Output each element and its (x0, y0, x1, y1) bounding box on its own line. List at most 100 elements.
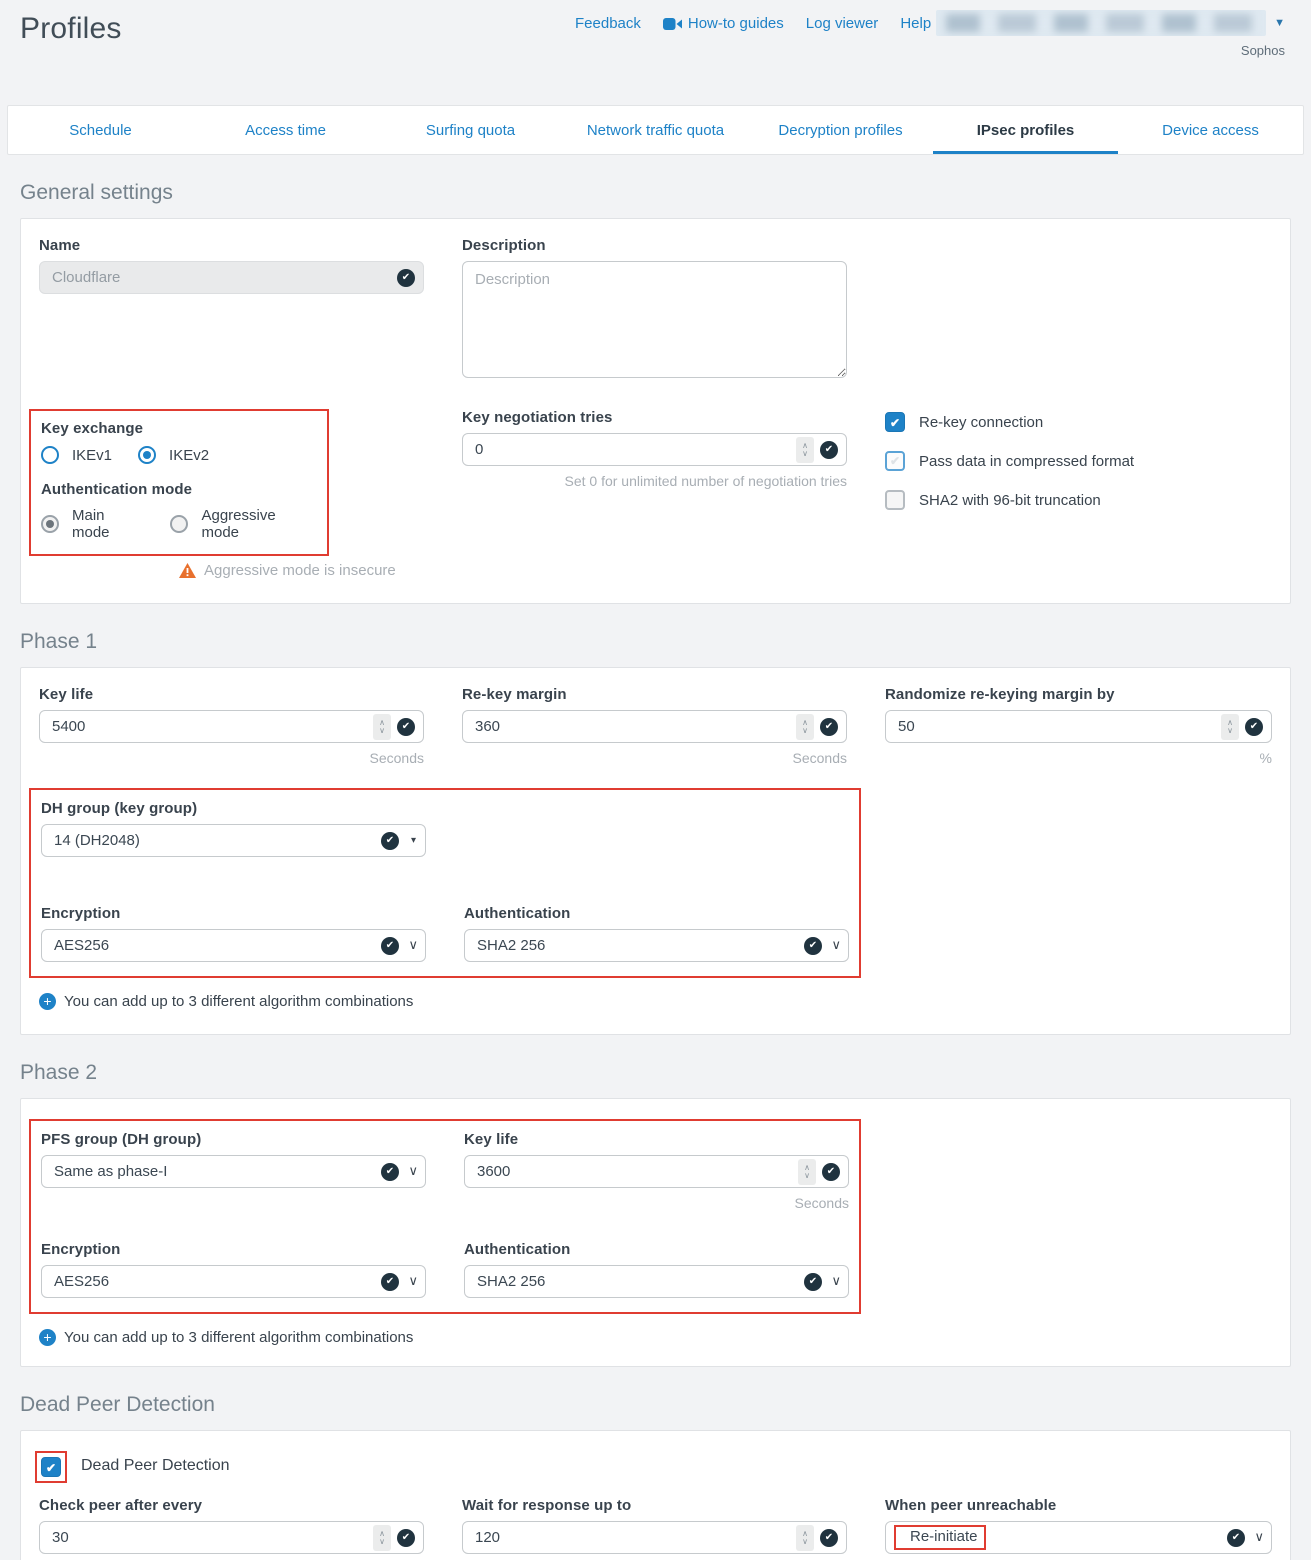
compressed-format-checkbox[interactable]: ✔ Pass data in compressed format (885, 451, 1272, 471)
plus-circle-icon: + (39, 993, 56, 1010)
p2-authentication-select[interactable]: SHA2 256 ✔ ∨ (464, 1265, 849, 1298)
valid-check-icon: ✔ (1227, 1529, 1245, 1547)
general-settings-panel: Name Cloudflare ✔ Description Key exchan… (20, 218, 1291, 604)
tab-access-time[interactable]: Access time (193, 106, 378, 154)
p1-randomize-input[interactable] (886, 711, 1271, 742)
reinitiate-annotation-box: Re-initiate (894, 1525, 986, 1550)
radio-aggressive-mode[interactable]: Aggressive mode (170, 507, 315, 541)
description-input[interactable] (462, 261, 847, 378)
rekey-connection-checkbox[interactable]: ✔ Re-key connection (885, 412, 1272, 432)
account-selector[interactable]: ▼ (936, 10, 1285, 36)
tab-device-access[interactable]: Device access (1118, 106, 1303, 154)
valid-check-icon: ✔ (820, 718, 838, 736)
name-value: Cloudflare (40, 269, 120, 286)
sha2-truncation-checkbox[interactable]: SHA2 with 96-bit truncation (885, 490, 1272, 510)
key-negotiation-input[interactable] (463, 434, 846, 465)
number-stepper[interactable]: ∧∨ (373, 1525, 391, 1551)
aggressive-mode-warning: Aggressive mode is insecure (179, 562, 424, 579)
valid-check-icon: ✔ (822, 1163, 840, 1181)
chevron-down-icon: ∨ (408, 1163, 418, 1179)
tab-ipsec-profiles[interactable]: IPsec profiles (933, 106, 1118, 154)
dpd-check-peer-input[interactable] (40, 1522, 423, 1553)
valid-check-icon: ✔ (820, 1529, 838, 1547)
dpd-checkbox[interactable]: ✔ (41, 1457, 61, 1477)
radio-ikev1[interactable]: IKEv1 (41, 446, 112, 464)
p2-pfs-group-select[interactable]: Same as phase-I ✔ ∨ (41, 1155, 426, 1188)
howto-guides-link[interactable]: How-to guides (663, 15, 784, 32)
p1-dh-group-select[interactable]: 14 (DH2048) ✔ ▾ (41, 824, 426, 857)
number-stepper[interactable]: ∧∨ (796, 714, 814, 740)
number-stepper[interactable]: ∧∨ (796, 1525, 814, 1551)
valid-check-icon: ✔ (397, 269, 415, 287)
tab-bar: Schedule Access time Surfing quota Netwo… (7, 105, 1304, 155)
radio-unselected-disabled-icon (170, 515, 188, 533)
key-exchange-label: Key exchange (41, 420, 315, 437)
number-stepper[interactable]: ∧∨ (796, 437, 814, 463)
dpd-checkbox-annotation-box: ✔ (35, 1451, 67, 1483)
p1-randomize-field: ∧∨ ✔ (885, 710, 1272, 743)
valid-check-icon: ✔ (397, 718, 415, 736)
chevron-down-icon: ▼ (1274, 17, 1285, 29)
checkbox-checked-icon: ✔ (885, 412, 905, 432)
p1-rekey-margin-field: ∧∨ ✔ (462, 710, 847, 743)
name-label: Name (39, 237, 424, 254)
dpd-wait-response-label: Wait for response up to (462, 1497, 847, 1514)
number-stepper[interactable]: ∧∨ (373, 714, 391, 740)
tab-network-traffic-quota[interactable]: Network traffic quota (563, 106, 748, 154)
feedback-link[interactable]: Feedback (575, 15, 641, 32)
p1-dh-group-label: DH group (key group) (41, 800, 426, 817)
p1-add-combination[interactable]: + You can add up to 3 different algorith… (39, 993, 1272, 1010)
p2-add-combination[interactable]: + You can add up to 3 different algorith… (39, 1329, 1272, 1346)
valid-check-icon: ✔ (804, 937, 822, 955)
p1-randomize-hint: % (885, 750, 1272, 766)
p1-rekey-margin-label: Re-key margin (462, 686, 847, 703)
tab-schedule[interactable]: Schedule (8, 106, 193, 154)
key-negotiation-label: Key negotiation tries (462, 409, 847, 426)
dpd-wait-response-field: ∧∨ ✔ (462, 1521, 847, 1554)
name-field: Cloudflare ✔ (39, 261, 424, 294)
key-negotiation-field: ∧∨ ✔ (462, 433, 847, 466)
p1-key-life-hint: Seconds (39, 750, 424, 766)
p2-encryption-select[interactable]: AES256 ✔ ∨ (41, 1265, 426, 1298)
dpd-toggle-label: Dead Peer Detection (81, 1457, 230, 1475)
page-header: Profiles Feedback How-to guides Log view… (0, 0, 1311, 105)
dpd-heading: Dead Peer Detection (20, 1393, 1291, 1417)
p1-rekey-margin-hint: Seconds (462, 750, 847, 766)
radio-main-mode[interactable]: Main mode (41, 507, 144, 541)
dpd-check-peer-label: Check peer after every (39, 1497, 424, 1514)
valid-check-icon: ✔ (1245, 718, 1263, 736)
key-exchange-annotation-box: Key exchange IKEv1 IKEv2 Authentication … (29, 409, 329, 556)
p2-key-life-hint: Seconds (464, 1195, 849, 1211)
p2-key-life-label: Key life (464, 1131, 849, 1148)
number-stepper[interactable]: ∧∨ (1221, 714, 1239, 740)
phase1-heading: Phase 1 (20, 630, 1291, 654)
p1-authentication-label: Authentication (464, 905, 849, 922)
p1-encryption-select[interactable]: AES256 ✔ ∨ (41, 929, 426, 962)
tab-surfing-quota[interactable]: Surfing quota (378, 106, 563, 154)
p2-key-life-input[interactable] (465, 1156, 848, 1187)
valid-check-icon: ✔ (381, 832, 399, 850)
radio-ikev2[interactable]: IKEv2 (138, 446, 209, 464)
p2-encryption-label: Encryption (41, 1241, 426, 1258)
dpd-when-unreachable-select[interactable]: Re-initiate ✔ ∨ (885, 1521, 1272, 1554)
p1-key-life-input[interactable] (40, 711, 423, 742)
phase2-panel: PFS group (DH group) Same as phase-I ✔ ∨… (20, 1098, 1291, 1367)
p1-rekey-margin-input[interactable] (463, 711, 846, 742)
p1-encryption-label: Encryption (41, 905, 426, 922)
p2-pfs-group-label: PFS group (DH group) (41, 1131, 426, 1148)
number-stepper[interactable]: ∧∨ (798, 1159, 816, 1185)
plus-circle-icon: + (39, 1329, 56, 1346)
description-label: Description (462, 237, 847, 254)
radio-selected-disabled-icon (41, 515, 59, 533)
p2-authentication-label: Authentication (464, 1241, 849, 1258)
phase1-panel: Key life ∧∨ ✔ Seconds Re-key margin ∧∨ ✔… (20, 667, 1291, 1035)
radio-unselected-icon (41, 446, 59, 464)
brand-label: Sophos (1241, 43, 1285, 58)
dpd-wait-response-input[interactable] (463, 1522, 846, 1553)
tab-decryption-profiles[interactable]: Decryption profiles (748, 106, 933, 154)
p1-authentication-select[interactable]: SHA2 256 ✔ ∨ (464, 929, 849, 962)
help-link[interactable]: Help (900, 15, 931, 32)
account-name-redacted (936, 10, 1266, 36)
valid-check-icon: ✔ (381, 1273, 399, 1291)
log-viewer-link[interactable]: Log viewer (806, 15, 879, 32)
